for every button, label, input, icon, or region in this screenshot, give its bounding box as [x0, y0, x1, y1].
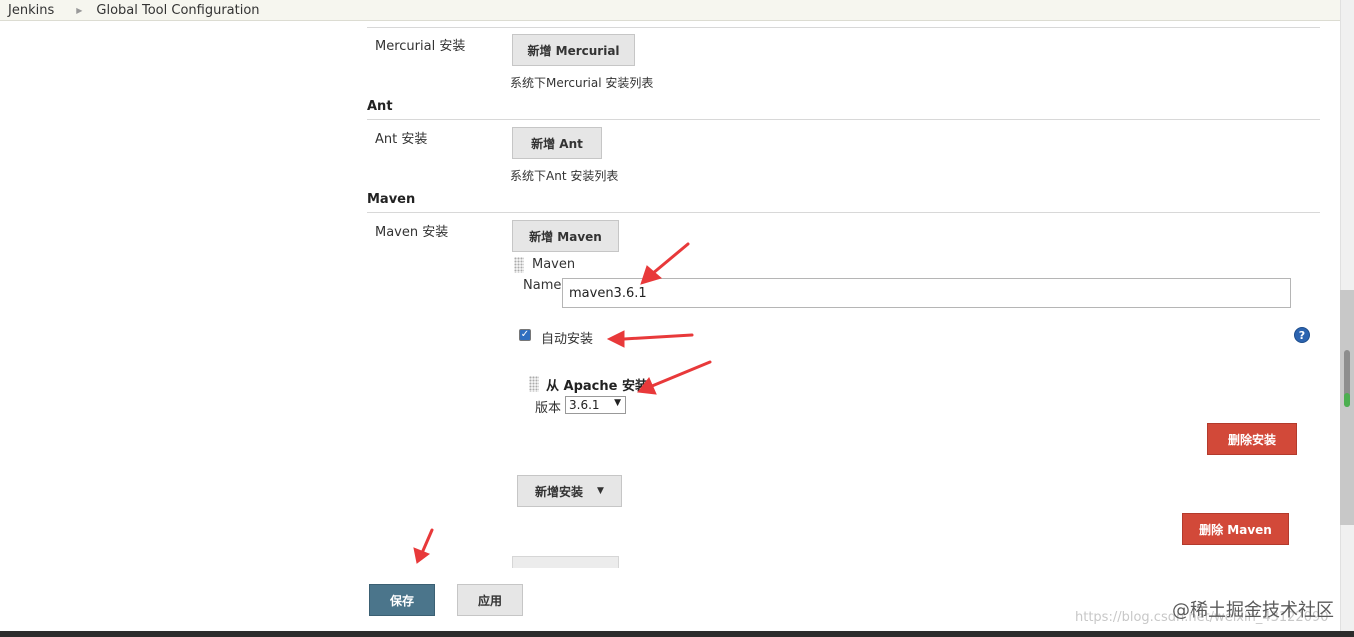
scrollbar-thumb[interactable]	[1340, 290, 1354, 525]
watermark-brand: @稀土掘金技术社区	[1172, 600, 1334, 621]
scrollbar-marker-green	[1344, 393, 1350, 407]
annotation-arrow-save	[413, 528, 434, 564]
annotation-arrow-apache	[637, 360, 712, 395]
annotation-arrows	[413, 242, 712, 564]
annotation-arrow-name	[640, 242, 690, 285]
annotation-arrow-auto-install	[606, 330, 694, 348]
taskbar-strip	[0, 631, 1354, 637]
